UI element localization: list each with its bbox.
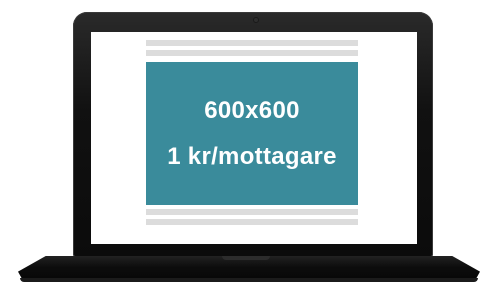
laptop-screen: 600x600 1 kr/mottagare <box>91 32 417 244</box>
ad-price-text: 1 kr/mottagare <box>167 142 337 170</box>
content-placeholder-line <box>146 50 358 56</box>
laptop-hinge-notch <box>222 256 270 260</box>
ad-size-text: 600x600 <box>204 96 300 124</box>
content-placeholder-line <box>146 40 358 46</box>
laptop-mockup: 600x600 1 kr/mottagare <box>0 0 493 286</box>
webcam-icon <box>254 18 258 22</box>
content-placeholder-line <box>146 209 358 215</box>
laptop-base-edge <box>20 278 478 282</box>
ad-banner: 600x600 1 kr/mottagare <box>146 62 358 205</box>
content-placeholder-line <box>146 219 358 225</box>
